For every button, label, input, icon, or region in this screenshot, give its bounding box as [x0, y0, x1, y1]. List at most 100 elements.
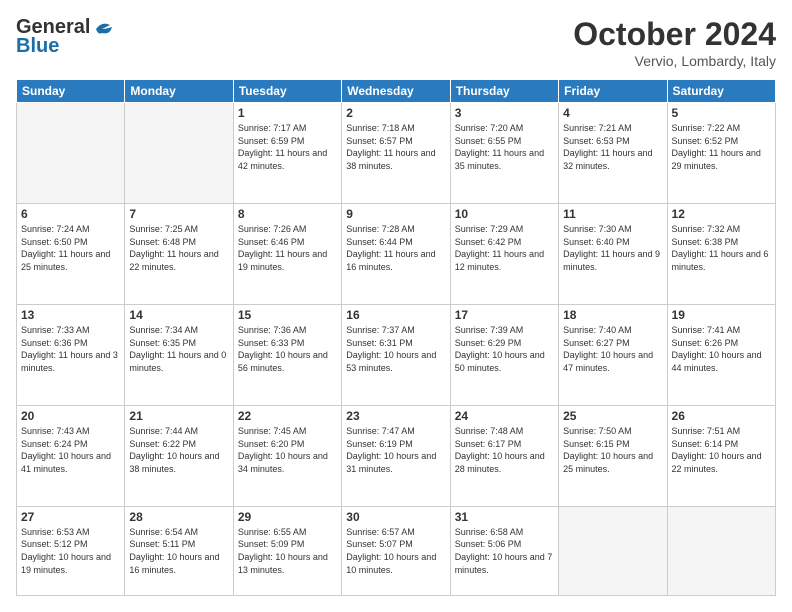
calendar-cell	[667, 506, 775, 595]
calendar-cell: 10 Sunrise: 7:29 AMSunset: 6:42 PMDayligh…	[450, 203, 558, 304]
calendar-cell: 3Sunrise: 7:20 AMSunset: 6:55 PMDaylight…	[450, 103, 558, 204]
day-number: 9	[346, 207, 445, 221]
page: General Blue October 2024 Vervio, Lombar…	[0, 0, 792, 612]
cell-content: Sunrise: 6:58 AMSunset: 5:06 PMDaylight:…	[455, 526, 554, 576]
header-monday: Monday	[125, 80, 233, 103]
cell-content: Sunrise: 7:32 AMSunset: 6:38 PMDaylight:…	[672, 223, 771, 273]
day-number: 14	[129, 308, 228, 322]
logo: General Blue	[16, 16, 114, 58]
calendar-cell: 8 Sunrise: 7:26 AMSunset: 6:46 PMDaylight…	[233, 203, 341, 304]
cell-content: Sunrise: 7:33 AMSunset: 6:36 PMDaylight:…	[21, 324, 120, 374]
header: General Blue October 2024 Vervio, Lombar…	[16, 16, 776, 69]
calendar-cell: 19 Sunrise: 7:41 AMSunset: 6:26 PMDayligh…	[667, 304, 775, 405]
title-block: October 2024 Vervio, Lombardy, Italy	[573, 16, 776, 69]
day-number: 16	[346, 308, 445, 322]
day-number: 27	[21, 510, 120, 524]
day-number: 8	[238, 207, 337, 221]
calendar-cell: 9 Sunrise: 7:28 AMSunset: 6:44 PMDaylight…	[342, 203, 450, 304]
cell-content: Sunrise: 7:29 AMSunset: 6:42 PMDaylight:…	[455, 223, 554, 273]
day-number: 5	[672, 106, 771, 120]
cell-content: Sunrise: 6:54 AMSunset: 5:11 PMDaylight:…	[129, 526, 228, 576]
day-number: 23	[346, 409, 445, 423]
calendar-cell: 20Sunrise: 7:43 AMSunset: 6:24 PMDayligh…	[17, 405, 125, 506]
day-number: 18	[563, 308, 662, 322]
header-tuesday: Tuesday	[233, 80, 341, 103]
day-number: 10	[455, 207, 554, 221]
calendar-cell	[559, 506, 667, 595]
logo-bird-icon	[92, 21, 114, 37]
cell-content: Sunrise: 6:55 AMSunset: 5:09 PMDaylight:…	[238, 526, 337, 576]
cell-content: Sunrise: 7:41 AMSunset: 6:26 PMDaylight:…	[672, 324, 771, 374]
cell-content: Sunrise: 7:45 AMSunset: 6:20 PMDaylight:…	[238, 425, 337, 475]
header-wednesday: Wednesday	[342, 80, 450, 103]
cell-content: Sunrise: 6:57 AMSunset: 5:07 PMDaylight:…	[346, 526, 445, 576]
cell-content: Sunrise: 7:24 AMSunset: 6:50 PMDaylight:…	[21, 223, 120, 273]
cell-content: Sunrise: 7:47 AMSunset: 6:19 PMDaylight:…	[346, 425, 445, 475]
cell-content: Sunrise: 7:28 AMSunset: 6:44 PMDaylight:…	[346, 223, 445, 273]
calendar-cell: 7 Sunrise: 7:25 AMSunset: 6:48 PMDaylight…	[125, 203, 233, 304]
day-number: 6	[21, 207, 120, 221]
day-number: 31	[455, 510, 554, 524]
cell-content: Sunrise: 7:21 AMSunset: 6:53 PMDaylight:…	[563, 122, 662, 172]
cell-content: Sunrise: 7:39 AMSunset: 6:29 PMDaylight:…	[455, 324, 554, 374]
day-number: 1	[238, 106, 337, 120]
day-number: 13	[21, 308, 120, 322]
day-number: 12	[672, 207, 771, 221]
calendar-cell: 31 Sunrise: 6:58 AMSunset: 5:06 PMDayligh…	[450, 506, 558, 595]
header-sunday: Sunday	[17, 80, 125, 103]
calendar-cell: 1Sunrise: 7:17 AMSunset: 6:59 PMDaylight…	[233, 103, 341, 204]
day-number: 4	[563, 106, 662, 120]
calendar-cell	[17, 103, 125, 204]
day-number: 24	[455, 409, 554, 423]
calendar-cell: 21 Sunrise: 7:44 AMSunset: 6:22 PMDayligh…	[125, 405, 233, 506]
day-number: 15	[238, 308, 337, 322]
cell-content: Sunrise: 7:48 AMSunset: 6:17 PMDaylight:…	[455, 425, 554, 475]
cell-content: Sunrise: 7:44 AMSunset: 6:22 PMDaylight:…	[129, 425, 228, 475]
calendar-cell: 23 Sunrise: 7:47 AMSunset: 6:19 PMDayligh…	[342, 405, 450, 506]
cell-content: Sunrise: 7:51 AMSunset: 6:14 PMDaylight:…	[672, 425, 771, 475]
day-number: 11	[563, 207, 662, 221]
cell-content: Sunrise: 7:34 AMSunset: 6:35 PMDaylight:…	[129, 324, 228, 374]
calendar-cell: 13 Sunrise: 7:33 AMSunset: 6:36 PMDayligh…	[17, 304, 125, 405]
cell-content: Sunrise: 7:43 AMSunset: 6:24 PMDaylight:…	[21, 425, 120, 475]
calendar-cell: 16 Sunrise: 7:37 AMSunset: 6:31 PMDayligh…	[342, 304, 450, 405]
day-number: 29	[238, 510, 337, 524]
day-number: 21	[129, 409, 228, 423]
location: Vervio, Lombardy, Italy	[573, 53, 776, 69]
cell-content: Sunrise: 7:40 AMSunset: 6:27 PMDaylight:…	[563, 324, 662, 374]
calendar-cell: 24 Sunrise: 7:48 AMSunset: 6:17 PMDayligh…	[450, 405, 558, 506]
day-number: 7	[129, 207, 228, 221]
cell-content: Sunrise: 7:30 AMSunset: 6:40 PMDaylight:…	[563, 223, 662, 273]
day-number: 17	[455, 308, 554, 322]
day-number: 25	[563, 409, 662, 423]
calendar-cell: 29 Sunrise: 6:55 AMSunset: 5:09 PMDayligh…	[233, 506, 341, 595]
day-number: 19	[672, 308, 771, 322]
calendar-cell: 27 Sunrise: 6:53 AMSunset: 5:12 PMDayligh…	[17, 506, 125, 595]
calendar-cell: 12 Sunrise: 7:32 AMSunset: 6:38 PMDayligh…	[667, 203, 775, 304]
calendar-cell: 25Sunrise: 7:50 AMSunset: 6:15 PMDayligh…	[559, 405, 667, 506]
cell-content: Sunrise: 7:37 AMSunset: 6:31 PMDaylight:…	[346, 324, 445, 374]
calendar-header-row: Sunday Monday Tuesday Wednesday Thursday…	[17, 80, 776, 103]
cell-content: Sunrise: 6:53 AMSunset: 5:12 PMDaylight:…	[21, 526, 120, 576]
calendar-cell: 4 Sunrise: 7:21 AMSunset: 6:53 PMDaylight…	[559, 103, 667, 204]
day-number: 26	[672, 409, 771, 423]
calendar-cell: 2 Sunrise: 7:18 AMSunset: 6:57 PMDaylight…	[342, 103, 450, 204]
day-number: 28	[129, 510, 228, 524]
calendar-cell: 18 Sunrise: 7:40 AMSunset: 6:27 PMDayligh…	[559, 304, 667, 405]
calendar-cell: 30 Sunrise: 6:57 AMSunset: 5:07 PMDayligh…	[342, 506, 450, 595]
cell-content: Sunrise: 7:25 AMSunset: 6:48 PMDaylight:…	[129, 223, 228, 273]
day-number: 30	[346, 510, 445, 524]
calendar-cell: 5 Sunrise: 7:22 AMSunset: 6:52 PMDaylight…	[667, 103, 775, 204]
header-saturday: Saturday	[667, 80, 775, 103]
cell-content: Sunrise: 7:18 AMSunset: 6:57 PMDaylight:…	[346, 122, 445, 172]
cell-content: Sunrise: 7:26 AMSunset: 6:46 PMDaylight:…	[238, 223, 337, 273]
header-friday: Friday	[559, 80, 667, 103]
calendar-cell: 22Sunrise: 7:45 AMSunset: 6:20 PMDayligh…	[233, 405, 341, 506]
calendar: Sunday Monday Tuesday Wednesday Thursday…	[16, 79, 776, 596]
calendar-cell: 6 Sunrise: 7:24 AMSunset: 6:50 PMDaylight…	[17, 203, 125, 304]
calendar-cell: 15Sunrise: 7:36 AMSunset: 6:33 PMDayligh…	[233, 304, 341, 405]
day-number: 2	[346, 106, 445, 120]
cell-content: Sunrise: 7:22 AMSunset: 6:52 PMDaylight:…	[672, 122, 771, 172]
calendar-cell: 28 Sunrise: 6:54 AMSunset: 5:11 PMDayligh…	[125, 506, 233, 595]
calendar-cell	[125, 103, 233, 204]
